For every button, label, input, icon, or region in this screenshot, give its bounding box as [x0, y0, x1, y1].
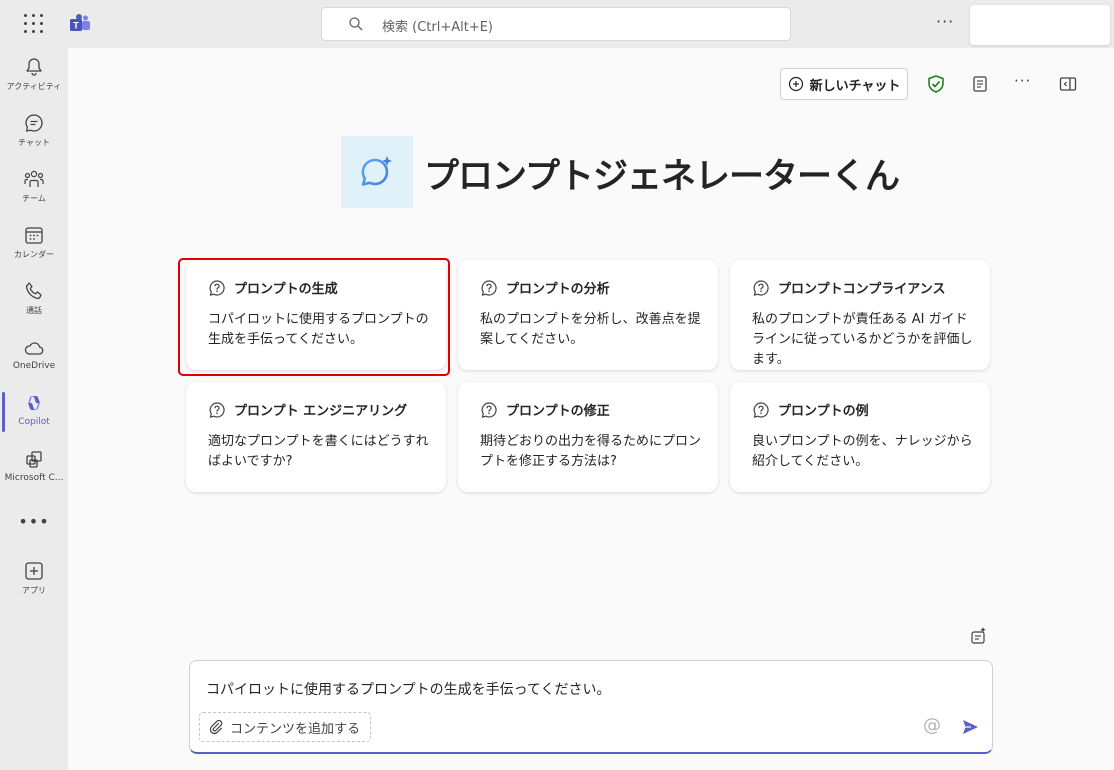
chat-icon: [25, 114, 43, 132]
prompt-card[interactable]: プロンプトの例 良いプロンプトの例を、ナレッジから紹介してください。: [730, 382, 990, 492]
phone-icon: [25, 282, 42, 300]
card-description: 私のプロンプトを分析し、改善点を提案してください。: [480, 312, 701, 347]
paperclip-icon: [209, 719, 223, 735]
card-description: 期待どおりの出力を得るためにプロンプトを修正する方法は?: [480, 434, 702, 469]
calendar-icon: [25, 227, 43, 244]
people-icon: [24, 170, 44, 187]
rail-item-calendar[interactable]: カレンダー: [0, 224, 68, 278]
card-title: プロンプトの修正: [506, 404, 610, 419]
new-chat-button[interactable]: 新しいチャット: [780, 68, 908, 100]
prompt-card[interactable]: プロンプトコンプライアンス 私のプロンプトが責任ある AI ガイドラインに従って…: [730, 260, 990, 370]
copilot-icon: [28, 395, 40, 411]
message-composer[interactable]: コパイロットに使用するプロンプトの生成を手伝ってください。 コンテンツを追加する…: [189, 660, 993, 754]
rail-label: 通話: [26, 306, 42, 315]
left-rail: アクティビティ チャット チーム カレンダー 通話 OneDrive Copil…: [0, 48, 68, 770]
message-input[interactable]: コパイロットに使用するプロンプトの生成を手伝ってください。: [206, 679, 610, 699]
agent-title: プロンプトジェネレーターくん: [424, 157, 900, 197]
rail-item-calls[interactable]: 通話: [0, 280, 68, 334]
rail-item-apps[interactable]: アプリ: [0, 560, 68, 614]
rail-item-copilot[interactable]: Copilot: [0, 392, 68, 446]
card-description: 良いプロンプトの例を、ナレッジから紹介してください。: [752, 434, 973, 469]
mention-icon[interactable]: @: [923, 715, 941, 736]
card-title: プロンプトコンプライアンス: [778, 282, 946, 297]
card-title: プロンプト エンジニアリング: [234, 404, 408, 419]
send-icon[interactable]: [960, 717, 980, 737]
apps-icon: [26, 451, 42, 468]
rail-label: アプリ: [22, 586, 46, 595]
panel-toggle-icon[interactable]: [1058, 74, 1078, 94]
search-box[interactable]: 検索 (Ctrl+Alt+E): [321, 7, 791, 41]
prompt-sparkle-icon[interactable]: [968, 626, 988, 646]
rail-item-chat[interactable]: チャット: [0, 112, 68, 166]
new-chat-label: 新しいチャット: [809, 78, 901, 94]
selection-highlight: [178, 258, 450, 376]
rail-item-onedrive[interactable]: OneDrive: [0, 338, 68, 392]
chat-help-icon: [481, 401, 497, 418]
chat-help-icon: [753, 401, 769, 418]
rail-item-teams[interactable]: チーム: [0, 168, 68, 222]
add-chat-icon: [788, 76, 803, 92]
card-title: プロンプトの分析: [506, 282, 610, 297]
search-placeholder: 検索 (Ctrl+Alt+E): [382, 20, 494, 35]
card-description: 私のプロンプトが責任ある AI ガイドラインに従っているかどうかを評価します。: [752, 312, 973, 367]
add-content-button[interactable]: コンテンツを追加する: [199, 712, 372, 742]
rail-label: チャット: [18, 138, 50, 147]
add-content-label: コンテンツを追加する: [230, 721, 361, 737]
rail-item-activity[interactable]: アクティビティ: [0, 56, 68, 110]
chat-sparkle-icon: [361, 156, 392, 186]
more-options-icon[interactable]: ···: [936, 12, 954, 31]
chat-help-icon: [209, 401, 225, 418]
card-title: プロンプトの例: [778, 404, 869, 419]
svg-text:T: T: [73, 21, 79, 31]
profile-area[interactable]: [970, 5, 1110, 45]
header-more-icon[interactable]: ···: [1014, 72, 1031, 90]
rail-label: アクティビティ: [6, 82, 62, 91]
main-panel: 新しいチャット ··· プロンプトジェネレーターくん プロンプトの生成 コパイロ…: [68, 48, 1114, 770]
more-apps-icon[interactable]: •••: [0, 512, 68, 531]
rail-item-microsoft-c[interactable]: Microsoft C...: [0, 448, 68, 502]
agent-avatar: [341, 136, 413, 208]
prompt-card[interactable]: プロンプトの分析 私のプロンプトを分析し、改善点を提案してください。: [458, 260, 718, 370]
chat-help-icon: [481, 279, 497, 296]
rail-label: Microsoft C...: [4, 473, 64, 483]
app-launcher-icon[interactable]: [24, 14, 44, 34]
rail-label: チーム: [22, 194, 46, 203]
notes-icon[interactable]: [970, 74, 990, 94]
rail-label: Copilot: [18, 417, 50, 427]
card-description: 適切なプロンプトを書くにはどうすればよいですか?: [208, 434, 429, 469]
add-app-icon: [25, 562, 43, 580]
teams-logo-icon: T: [70, 14, 90, 31]
cloud-icon: [24, 342, 44, 355]
rail-label: カレンダー: [14, 250, 54, 259]
top-bar: T 検索 (Ctrl+Alt+E) ···: [0, 0, 1114, 48]
shield-check-icon[interactable]: [926, 74, 946, 94]
chat-help-icon: [753, 279, 769, 296]
search-icon: [349, 17, 363, 31]
bell-icon: [26, 58, 42, 76]
prompt-card[interactable]: プロンプト エンジニアリング 適切なプロンプトを書くにはどうすればよいですか?: [186, 382, 446, 492]
prompt-card[interactable]: プロンプトの修正 期待どおりの出力を得るためにプロンプトを修正する方法は?: [458, 382, 718, 492]
rail-label: OneDrive: [12, 361, 56, 371]
